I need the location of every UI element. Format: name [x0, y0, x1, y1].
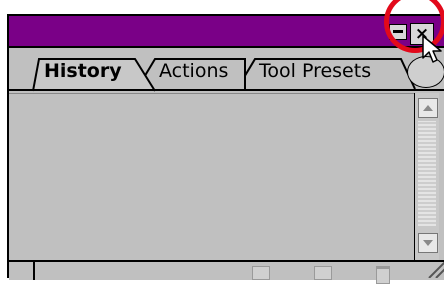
trash-icon[interactable] — [376, 266, 390, 284]
tab-bar: History Actions Tool Presets — [9, 48, 444, 92]
palette-titlebar[interactable]: × — [9, 16, 444, 48]
tab-tool-presets[interactable]: Tool Presets — [259, 60, 371, 82]
tab-history[interactable]: History — [44, 60, 122, 82]
tab-actions[interactable]: Actions — [159, 60, 228, 82]
palette-footer — [9, 260, 444, 284]
vertical-scrollbar[interactable] — [414, 93, 439, 260]
new-snapshot-icon[interactable] — [252, 266, 270, 280]
history-list[interactable] — [9, 93, 414, 260]
footer-divider — [33, 262, 35, 280]
scroll-track[interactable] — [418, 121, 436, 226]
history-palette: × History Actions Tool Presets — [7, 14, 444, 284]
minimize-button[interactable] — [389, 24, 407, 40]
scroll-down-arrow-icon[interactable] — [418, 233, 438, 253]
scroll-up-arrow-icon[interactable] — [418, 98, 438, 118]
mouse-pointer-icon — [422, 35, 442, 63]
new-document-icon[interactable] — [314, 266, 332, 280]
tab-baseline — [9, 89, 444, 91]
